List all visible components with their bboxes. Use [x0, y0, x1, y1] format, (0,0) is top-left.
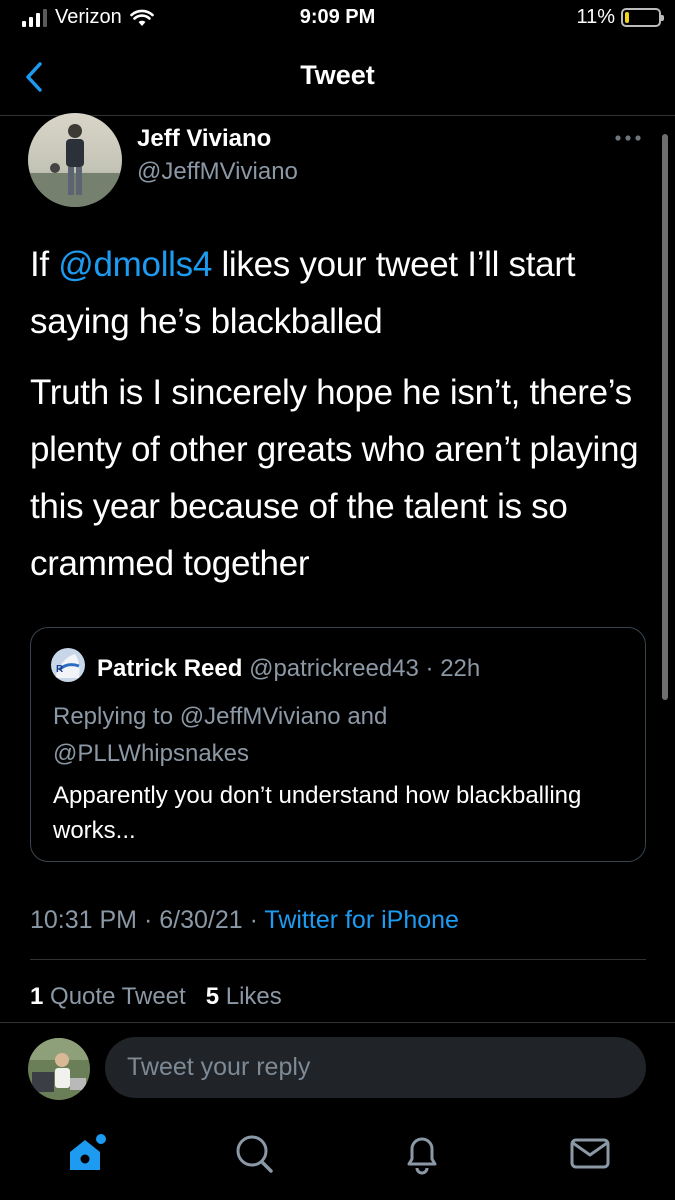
replying-to: Replying to @JeffMViviano and @PLLWhipsn…: [53, 698, 633, 772]
tweet-text-paragraph-1: If @dmolls4 likes your tweet I’ll start …: [30, 236, 640, 350]
user-avatar[interactable]: [28, 1038, 90, 1100]
divider: [30, 959, 646, 960]
replying-to-handle-1: @JeffMViviano: [179, 703, 341, 730]
search-icon[interactable]: [232, 1130, 276, 1176]
dot-separator: ·: [242, 906, 265, 934]
tweet-time: 10:31 PM: [30, 906, 138, 934]
tweet-text-prefix: If: [30, 245, 59, 284]
like-label: Likes: [225, 983, 282, 1010]
dot-separator: ·: [137, 906, 160, 934]
nav-header: Tweet: [0, 44, 675, 116]
quoted-author-name: Patrick Reed: [97, 655, 243, 682]
quoted-tweet-card[interactable]: R Patrick Reed @patrickreed43 · 22h Repl…: [30, 627, 646, 862]
svg-text:R: R: [56, 664, 64, 675]
author-name[interactable]: Jeff Viviano: [137, 125, 271, 153]
reply-divider: [0, 1022, 675, 1023]
tweet-stats: 1 Quote Tweet 5 Likes: [30, 983, 282, 1011]
quote-count: 1: [30, 983, 44, 1010]
tweet-text-paragraph-2: Truth is I sincerely hope he isn’t, ther…: [30, 373, 639, 583]
tweet-date: 6/30/21: [159, 906, 243, 934]
quote-tweets-stat[interactable]: 1 Quote Tweet: [30, 983, 186, 1010]
dot-separator: ·: [418, 655, 441, 682]
messages-icon[interactable]: [568, 1130, 612, 1176]
status-right: 11%: [576, 6, 664, 29]
quote-label: Quote Tweet: [50, 983, 186, 1010]
quoted-header: Patrick Reed @patrickreed43 · 22h: [97, 655, 480, 683]
tweet-meta: 10:31 PM · 6/30/21 · Twitter for iPhone: [30, 906, 459, 935]
more-options-icon[interactable]: [613, 128, 643, 148]
battery-icon: [621, 8, 664, 27]
status-time: 9:09 PM: [299, 6, 376, 28]
quoted-text: Apparently you don’t understand how blac…: [53, 782, 582, 844]
replying-to-label: Replying to: [53, 703, 174, 730]
battery-percent: 11%: [576, 6, 615, 28]
author-handle[interactable]: @JeffMViviano: [137, 158, 298, 186]
notifications-icon[interactable]: [400, 1130, 444, 1176]
home-icon[interactable]: [64, 1130, 108, 1176]
likes-stat[interactable]: 5 Likes: [206, 983, 282, 1010]
status-bar: Verizon 9:09 PM 11%: [0, 0, 675, 40]
mention-link[interactable]: @dmolls4: [58, 245, 212, 284]
screen: Verizon 9:09 PM 11% Tweet Jeff Viviano @…: [0, 0, 675, 1200]
reply-input[interactable]: [105, 1037, 646, 1098]
replying-to-and: and: [347, 703, 388, 730]
tweet-source-link[interactable]: Twitter for iPhone: [264, 906, 459, 934]
quoted-age: 22h: [440, 655, 481, 682]
author-avatar[interactable]: [28, 113, 122, 207]
quoted-author-handle: @patrickreed43: [249, 655, 419, 682]
like-count: 5: [205, 983, 220, 1010]
replying-to-handle-2: @PLLWhipsnakes: [53, 740, 250, 767]
scrollbar[interactable]: [662, 134, 668, 700]
quoted-author-avatar: R: [51, 648, 85, 682]
battery-fill: [625, 12, 629, 23]
page-title: Tweet: [300, 60, 375, 90]
